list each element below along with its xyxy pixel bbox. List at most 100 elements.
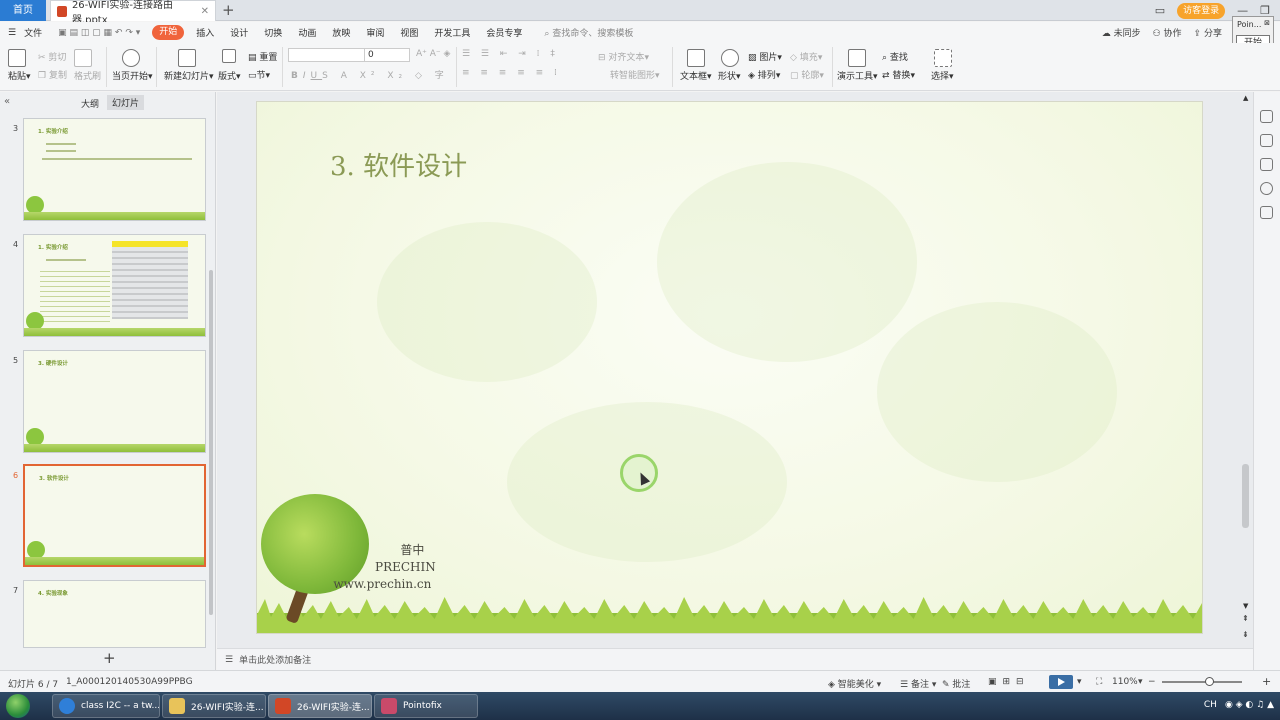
find-button[interactable]: ⌕ 查找 <box>882 50 908 63</box>
tab-design[interactable]: 设计 <box>222 26 256 39</box>
textbox-icon[interactable] <box>687 49 707 67</box>
tab-member[interactable]: 会员专享 <box>478 26 530 39</box>
zoom-dropdown-icon[interactable]: ▾ <box>1138 677 1143 687</box>
taskbar-item-active[interactable]: 26-WIFI实验-连... <box>268 694 372 718</box>
command-search[interactable]: ⌕ 查找命令、搜索模板 <box>530 26 633 39</box>
textbox-button[interactable]: 文本框▾ <box>680 69 712 82</box>
tab-view[interactable]: 视图 <box>392 26 426 39</box>
play-slideshow-button[interactable] <box>1049 675 1073 689</box>
slide-thumbnail[interactable]: 1. 实验介绍 <box>23 118 206 221</box>
tab-insert[interactable]: 插入 <box>188 26 222 39</box>
comments-button[interactable]: ✎ 批注 <box>942 677 970 690</box>
sync-button[interactable]: ☁ 未同步 <box>1102 26 1141 39</box>
font-name-dropdown[interactable] <box>288 48 366 62</box>
font-size-dropdown[interactable]: 0 <box>364 48 410 62</box>
share-button[interactable]: ⇪ 分享 <box>1194 26 1222 39</box>
slide[interactable]: 3. 软件设计 普中 PRECHIN www.prechin.cn <box>256 101 1203 634</box>
layout-icon[interactable] <box>222 49 238 63</box>
from-current-button[interactable]: 当页开始▾ <box>112 69 153 82</box>
fill-button[interactable]: ◇ 填充▾ <box>790 50 822 63</box>
tab-start[interactable]: 开始 <box>152 25 185 40</box>
zoom-out-icon[interactable]: − <box>1148 677 1156 687</box>
zoom-slider-knob[interactable] <box>1205 677 1214 686</box>
prev-slide-icon[interactable]: ⇞ <box>1242 614 1249 623</box>
play-circle-icon[interactable] <box>122 49 142 67</box>
menu-file[interactable]: 文件 <box>24 26 50 39</box>
tab-transition[interactable]: 切换 <box>256 26 290 39</box>
start-button[interactable] <box>6 694 30 718</box>
tab-slideshow[interactable]: 放映 <box>324 26 358 39</box>
scroll-up-icon[interactable]: ▲ <box>1243 94 1248 102</box>
slide-thumbnail[interactable]: 4. 实验现象 <box>23 580 206 648</box>
align-text-button[interactable]: ⊟ 对齐文本▾ <box>598 50 649 63</box>
select-button[interactable]: 选择▾ <box>931 69 954 82</box>
select-icon[interactable] <box>934 49 954 67</box>
taskbar-item[interactable]: class I2C -- a tw... <box>52 694 160 718</box>
tab-outline[interactable]: 大纲 <box>81 97 99 110</box>
view-mode-icons[interactable]: ▣⊞⊟ <box>988 677 1030 687</box>
text-format-icons[interactable]: BIUS A X² X₂ ◇ 字 <box>291 68 449 81</box>
copy-button[interactable]: ❐ 复制 <box>38 68 67 81</box>
clipboard-icon[interactable] <box>8 49 28 67</box>
visitor-login-button[interactable]: 访客登录 <box>1177 2 1226 19</box>
format-painter-button[interactable]: 格式刷 <box>74 69 101 82</box>
new-slide-button[interactable]: 新建幻灯片▾ <box>164 69 214 82</box>
taskbar-item[interactable]: Pointofix <box>374 694 478 718</box>
thumbnail-scrollbar[interactable] <box>209 270 213 615</box>
slide-thumbnail-selected[interactable]: 3. 软件设计 <box>23 464 206 567</box>
cut-button[interactable]: ✂ 剪切 <box>38 50 66 63</box>
magic-icon[interactable] <box>1260 134 1273 147</box>
picture-button[interactable]: ▨ 图片▾ <box>748 50 782 63</box>
next-slide-icon[interactable]: ⇟ <box>1242 630 1249 639</box>
scrollbar-thumb[interactable] <box>1242 464 1249 528</box>
paste-button[interactable]: 粘贴▾ <box>8 69 31 82</box>
slide-thumbnail[interactable]: 3. 硬件设计 <box>23 350 206 453</box>
add-slide-button[interactable]: + <box>103 649 116 667</box>
notes-bar[interactable]: ☰ 单击此处添加备注 <box>217 648 1253 670</box>
presentation-tools-button[interactable]: 演示工具▾ <box>837 69 878 82</box>
new-slide-icon[interactable] <box>178 49 198 67</box>
reset-button[interactable]: ▤ 重置 <box>248 50 277 63</box>
list-icons[interactable]: ☰ ☰ ⇤ ⇥ ⁞ ‡ <box>462 49 559 59</box>
close-icon[interactable]: ✕ <box>201 6 209 17</box>
new-tab-button[interactable]: + <box>222 2 235 18</box>
help-icon[interactable] <box>1260 182 1273 195</box>
layout-button[interactable]: 版式▾ <box>218 69 241 82</box>
zoom-level[interactable]: 110% <box>1112 677 1138 687</box>
tab-slides[interactable]: 幻灯片 <box>107 95 145 110</box>
arrange-button[interactable]: ◈ 排列▾ <box>748 68 780 81</box>
tab-animation[interactable]: 动画 <box>290 26 324 39</box>
image-settings-icon[interactable] <box>1260 206 1273 219</box>
shape-button[interactable]: 形状▾ <box>718 69 741 82</box>
tray-icons[interactable]: ◉ ◈ ◐ ♫ ▲ <box>1225 700 1274 710</box>
copy-icon[interactable] <box>1260 158 1273 171</box>
zoom-slider[interactable] <box>1162 681 1242 683</box>
tab-document[interactable]: 26-WIFI实验-连接路由器.pptx ✕ <box>50 0 216 26</box>
play-dropdown-icon[interactable]: ▾ <box>1077 677 1082 687</box>
replace-button[interactable]: ⇄ 替换▾ <box>882 68 915 81</box>
tab-developer[interactable]: 开发工具 <box>426 26 478 39</box>
align-icons[interactable]: ≡ ≡ ≡ ≡ ≡ ⁞ <box>462 68 561 78</box>
zoom-in-icon[interactable]: + <box>1262 675 1271 688</box>
close-icon[interactable]: ⊠ <box>1264 19 1270 27</box>
font-grow-icons[interactable]: A⁺ A⁻ ◈ <box>416 49 450 59</box>
section-button[interactable]: ▭节▾ <box>248 68 270 81</box>
smart-beautify-button[interactable]: ◈ 智能美化 ▾ <box>828 677 881 690</box>
vertical-scrollbar[interactable]: ▲ ▼ ⇞ ⇟ <box>1240 92 1252 648</box>
taskbar-item[interactable]: 26-WIFI实验-连... <box>162 694 266 718</box>
slide-thumbnail[interactable]: 1. 实验介绍 <box>23 234 206 337</box>
notes-toggle-button[interactable]: ☰ 备注 ▾ <box>900 677 936 690</box>
collab-button[interactable]: ⚇ 协作 <box>1153 26 1182 39</box>
tab-review[interactable]: 审阅 <box>358 26 392 39</box>
collapse-pane-icon[interactable]: « <box>4 96 10 107</box>
convert-smartart-button[interactable]: 转智能图形▾ <box>610 68 660 81</box>
outline-button[interactable]: ▢ 轮廓▾ <box>790 68 824 81</box>
shape-icon[interactable] <box>721 49 741 67</box>
reader-icon[interactable]: ▭ <box>1155 4 1165 17</box>
menu-icon[interactable]: ☰ <box>0 28 24 38</box>
slide-title[interactable]: 3. 软件设计 <box>330 146 467 183</box>
ime-icon[interactable]: CH <box>1204 700 1217 710</box>
tab-home[interactable]: 首页 <box>0 0 46 21</box>
fit-window-icon[interactable]: ⛶ <box>1096 677 1102 687</box>
format-painter-icon[interactable] <box>74 49 94 67</box>
